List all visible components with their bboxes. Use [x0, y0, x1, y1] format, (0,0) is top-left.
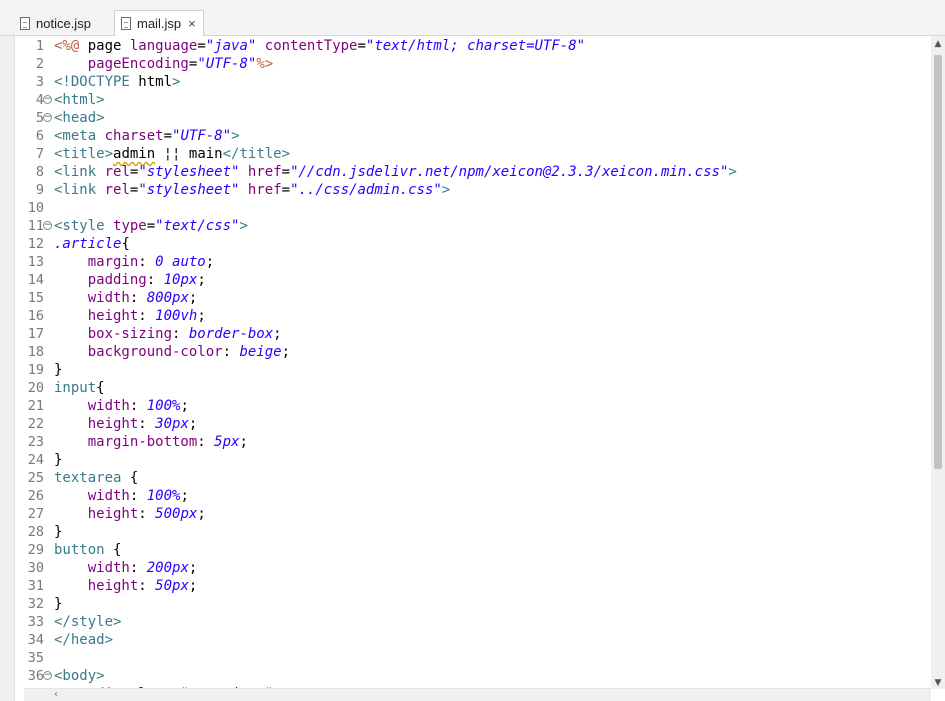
code-text: <!DOCTYPE html>	[54, 74, 181, 90]
code-text: width: 800px;	[87, 290, 198, 306]
code-text: }	[54, 596, 63, 612]
line-number: 13	[27, 254, 44, 270]
line-number: 26	[27, 488, 44, 504]
code-text: <title>admin ¦¦ main</title>	[54, 146, 291, 162]
code-text: </style>	[54, 614, 122, 630]
tab-label: notice.jsp	[36, 15, 91, 31]
code-text: <html>	[54, 92, 105, 108]
code-text: button {	[54, 542, 122, 558]
line-number: 21	[27, 398, 44, 414]
file-icon	[121, 17, 131, 30]
code-text: .article{	[54, 236, 130, 252]
line-number: 2	[35, 56, 44, 72]
file-icon	[20, 16, 30, 30]
line-number: 23	[27, 434, 44, 450]
code-text: height: 100vh;	[87, 308, 206, 324]
line-number: 22	[27, 416, 44, 432]
code-text: height: 30px;	[87, 416, 198, 432]
line-number: 36	[27, 668, 44, 684]
code-text: <meta charset="UTF-8">	[54, 128, 240, 144]
line-number: 34	[27, 632, 44, 648]
code-text: width: 100%;	[87, 488, 189, 504]
line-number: 11	[27, 218, 44, 234]
line-number: 24	[27, 452, 44, 468]
line-number: 1	[35, 38, 44, 54]
code-text: width: 200px;	[87, 560, 198, 576]
line-number: 10	[27, 200, 44, 216]
code-text: </head>	[54, 632, 114, 648]
line-number: 27	[27, 506, 44, 522]
line-number: 17	[27, 326, 44, 342]
code-text: padding: 10px;	[87, 272, 206, 288]
line-number: 4	[35, 92, 44, 108]
line-number: 33	[27, 614, 44, 630]
line-number: 32	[27, 596, 44, 612]
line-number: 15	[27, 290, 44, 306]
editor-tab-bar: notice.jsp mail.jsp ×	[0, 0, 945, 36]
line-number: 16	[27, 308, 44, 324]
close-icon[interactable]: ×	[188, 16, 196, 31]
scrollbar-thumb[interactable]	[934, 55, 942, 469]
scroll-left-icon[interactable]: ‹	[54, 689, 58, 701]
code-text: pageEncoding="UTF-8"%>	[87, 56, 274, 72]
line-number: 31	[27, 578, 44, 594]
code-text: <%@ page language="java" contentType="te…	[54, 38, 586, 54]
code-text: margin-bottom: 5px;	[87, 434, 248, 450]
code-text: }	[54, 524, 63, 540]
code-text: <link rel="stylesheet" href="../css/admi…	[54, 182, 451, 198]
code-text: background-color: beige;	[87, 344, 291, 360]
code-text: <link rel="stylesheet" href="//cdn.jsdel…	[54, 164, 737, 180]
line-number: 6	[35, 128, 44, 144]
line-number: 7	[35, 146, 44, 162]
fold-minus-icon[interactable]: −	[43, 95, 52, 104]
scroll-up-icon[interactable]: ▲	[931, 38, 945, 50]
line-number: 25	[27, 470, 44, 486]
code-text: height: 50px;	[87, 578, 198, 594]
code-text: }	[54, 362, 63, 378]
left-panel-edge	[0, 36, 15, 701]
line-number: 19	[27, 362, 44, 378]
fold-minus-icon[interactable]: −	[43, 671, 52, 680]
line-number: 28	[27, 524, 44, 540]
code-text: <style type="text/css">	[54, 218, 248, 234]
line-number: 18	[27, 344, 44, 360]
line-number: 8	[35, 164, 44, 180]
tab-mail-jsp[interactable]: mail.jsp ×	[114, 10, 204, 36]
vertical-scrollbar[interactable]: ▲ ▼	[931, 36, 945, 689]
line-number: 30	[27, 560, 44, 576]
code-text: margin: 0 auto;	[87, 254, 215, 270]
line-number: 29	[27, 542, 44, 558]
tab-label: mail.jsp	[137, 16, 182, 31]
code-text: box-sizing: border-box;	[87, 326, 282, 342]
horizontal-scrollbar[interactable]: ‹	[24, 688, 931, 701]
code-text: width: 100%;	[87, 398, 189, 414]
scroll-down-icon[interactable]: ▼	[931, 677, 945, 689]
code-text: }	[54, 452, 63, 468]
line-number: 3	[35, 74, 44, 90]
code-text: input{	[54, 380, 105, 396]
fold-minus-icon[interactable]: −	[43, 221, 52, 230]
line-number: 14	[27, 272, 44, 288]
line-number: 35	[27, 650, 44, 666]
fold-minus-icon[interactable]: −	[43, 113, 52, 122]
line-number: 12	[27, 236, 44, 252]
line-number: 9	[35, 182, 44, 198]
code-text: height: 500px;	[87, 506, 206, 522]
code-editor[interactable]: 1 <%@ page language="java" contentType="t…	[24, 36, 931, 689]
code-text: textarea {	[54, 470, 139, 486]
code-text: <body>	[54, 668, 105, 684]
tab-notice-jsp[interactable]: notice.jsp	[14, 10, 110, 36]
line-number: 20	[27, 380, 44, 396]
code-text: <head>	[54, 110, 105, 126]
line-number: 5	[35, 110, 44, 126]
